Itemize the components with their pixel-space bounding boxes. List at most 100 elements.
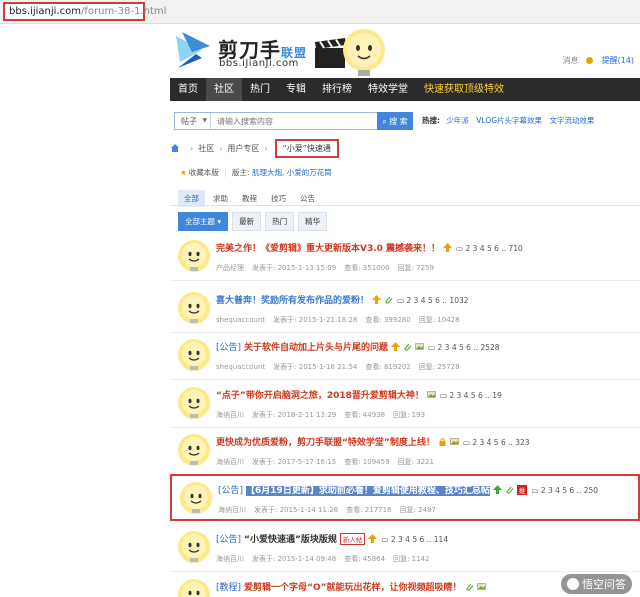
moderator-links[interactable]: 肌理大炮, 小爱的万花筒 (252, 168, 332, 177)
thread-pages[interactable]: ▭ 2 3 4 5 6 .. 1032 (397, 296, 469, 305)
filter-latest[interactable]: 最新 (232, 212, 262, 231)
thread-page-links[interactable]: 2 3 4 5 6 .. 710 (466, 244, 523, 253)
thread-page-links[interactable]: 2 3 4 5 6 .. 323 (472, 438, 529, 447)
thread-pages[interactable]: ▭ 2 3 4 5 6 .. 114 (381, 535, 448, 544)
image-icon (449, 438, 459, 445)
thread-tag[interactable]: [公告] (216, 535, 241, 545)
nav-item-community[interactable]: 社区 (206, 78, 242, 101)
thread-title-link[interactable]: 关于软件自动加上片头与片尾的问题 (244, 343, 388, 353)
thread-author[interactable]: 海纳百川 (216, 555, 244, 563)
thread-row[interactable]: [公告] 【6月19日更新】求助前必看！爱剪辑使用教程、技巧汇总帖 推 ▭ 2 3 4… (170, 474, 640, 521)
thread-tag[interactable]: [公告] (216, 343, 241, 353)
thread-title-link[interactable]: 完美之作！《爱剪辑》重大更新版本V3.0 震撼袭来！！ (216, 244, 440, 254)
browser-address-strip: bbs.ijianji.com/forum-38-1.html (0, 0, 640, 24)
reminder-link[interactable]: 提醒(14) (602, 56, 634, 65)
thread-page-links[interactable]: 2 3 4 5 6 .. 1032 (407, 296, 469, 305)
thread-page-links[interactable]: 2 3 4 5 6 .. 114 (391, 535, 448, 544)
page-icon: ▭ (439, 391, 447, 400)
avatar[interactable] (177, 578, 211, 597)
hot-word[interactable]: VLOG片头字幕效果 (476, 116, 542, 125)
thread-pages[interactable]: ▭ 2 3 4 5 6 .. 19 (440, 391, 502, 400)
thread-views: 查看: 351000 (344, 264, 390, 272)
filter-featured[interactable]: 精华 (298, 212, 328, 231)
thread-title-link[interactable]: 【6月19日更新】求助前必看！爱剪辑使用教程、技巧汇总帖 (246, 486, 490, 496)
thread-replies: 回复: 25728 (418, 363, 460, 371)
thread-meta: 海纳百川 发表于: 2015-1-14 09:48 查看: 45864 回复: 114… (216, 554, 437, 564)
thread-author[interactable]: shequaccount (216, 316, 265, 324)
avatar[interactable] (177, 433, 211, 467)
search-button[interactable]: ⌕ 搜 索 (377, 112, 413, 130)
nav-item-hot[interactable]: 热门 (242, 78, 278, 101)
thread-tag[interactable]: [教程] (216, 583, 241, 593)
page-icon: ▭ (531, 486, 539, 495)
avatar[interactable] (177, 291, 211, 325)
wukong-logo-icon (567, 578, 579, 590)
thread-page-links[interactable]: 2 3 4 5 6 .. 250 (541, 486, 598, 495)
thread-date: 发表于: 2018-2-11 13:29 (252, 411, 337, 419)
nav-item-home[interactable]: 首页 (170, 78, 206, 101)
page-icon: ▭ (456, 244, 464, 253)
thread-title-link[interactable]: “小爱快速通”版块版规 (244, 535, 337, 545)
collect-forum-link[interactable]: 收藏本版 (189, 168, 219, 177)
filter-hot[interactable]: 热门 (265, 212, 295, 231)
breadcrumb-community[interactable]: 社区 (198, 143, 214, 154)
nav-item-rankings[interactable]: 排行榜 (314, 78, 360, 101)
thread-title-link[interactable]: “点子”带你开启脑洞之旅，2018晋升爱剪辑大神！ (216, 391, 424, 401)
thread-row[interactable]: [公告] “小爱快速通”版块版规 新人帖 ▭ 2 3 4 5 6 .. 114 海纳百川… (170, 525, 640, 572)
filter-tabs: 全部主题 ▾ 最新 热门 精华 (178, 212, 331, 231)
bell-icon[interactable] (586, 57, 594, 64)
thread-page-links[interactable]: 2 3 4 5 6 .. 19 (449, 391, 501, 400)
thread-author[interactable]: 海纳百川 (216, 411, 244, 419)
main-nav: 首页 社区 热门 专辑 排行榜 特效学堂 快速获取顶级特效 (170, 78, 640, 101)
thread-row[interactable]: 完美之作！《爱剪辑》重大更新版本V3.0 震撼袭来！！ ▭ 2 3 4 5 6 .… (170, 234, 640, 281)
thread-author[interactable]: 海纳百川 (216, 458, 244, 466)
thread-title-link[interactable]: 爱剪辑一个字母“O”就能玩出花样，让你视频超吸睛！ (244, 583, 461, 593)
nav-item-promo[interactable]: 快速获取顶级特效 (416, 78, 512, 101)
attachment-icon (466, 583, 473, 591)
image-icon (476, 583, 486, 590)
avatar[interactable] (177, 239, 211, 273)
thread-views: 查看: 44938 (344, 411, 386, 419)
search-type-select[interactable]: 帖子 ▼ (175, 113, 211, 129)
thread-pages[interactable]: ▭ 2 3 4 5 6 .. 250 (531, 486, 598, 495)
thread-title-link[interactable]: 喜大普奔！奖励所有发布作品的爱粉！ (216, 296, 369, 306)
avatar[interactable] (177, 530, 211, 564)
thread-pages[interactable]: ▭ 2 3 4 5 6 .. 323 (463, 438, 530, 447)
breadcrumb-user-zone[interactable]: 用户专区 (227, 143, 259, 154)
star-icon[interactable]: ★ (180, 168, 187, 177)
search-input[interactable] (215, 113, 375, 129)
search-row: 帖子 ▼ ⌕ 搜 索 热搜: 少年派 VLOG片头字幕效果 文字流动效果 (170, 110, 640, 132)
avatar[interactable] (179, 481, 213, 515)
hot-word[interactable]: 少年派 (446, 116, 469, 125)
thread-row[interactable]: 更快成为优质爱粉，剪刀手联盟“特效学堂”制度上线！ ▭ 2 3 4 5 6 .. … (170, 428, 640, 475)
thread-author[interactable]: shequaccount (216, 363, 265, 371)
hot-word[interactable]: 文字流动效果 (549, 116, 594, 125)
breadcrumb-separator: › (264, 143, 268, 153)
address-bar[interactable]: bbs.ijianji.com/forum-38-1.html (3, 2, 166, 21)
home-icon[interactable] (170, 143, 180, 153)
thread-pages[interactable]: ▭ 2 3 4 5 6 .. 710 (456, 244, 523, 253)
thread-tag[interactable]: [公告] (218, 486, 243, 496)
thread-pages[interactable]: ▭ 2 3 4 5 6 .. 2528 (428, 343, 500, 352)
thread-author[interactable]: 产品经理 (216, 264, 244, 272)
forum-info-row: ★ 收藏本版 | 版主: 肌理大炮, 小爱的万花筒 (180, 167, 332, 178)
thread-meta: shequaccount 发表于: 2015-1-18 21:54 查看: 8192… (216, 362, 468, 372)
filter-all-topics[interactable]: 全部主题 ▾ (178, 212, 229, 231)
hot-searches-label: 热搜: (422, 116, 440, 125)
scissors-logo-icon[interactable] (172, 28, 214, 72)
logo-domain: bbs.iJianJi.com (219, 58, 299, 69)
thread-row[interactable]: [公告] 关于软件自动加上片头与片尾的问题 ▭ 2 3 4 5 6 .. 2528 s… (170, 333, 640, 380)
avatar[interactable] (177, 338, 211, 372)
filter-all-topics-label: 全部主题 (185, 217, 215, 226)
nav-item-effects-school[interactable]: 特效学堂 (360, 78, 416, 101)
avatar[interactable] (177, 386, 211, 420)
thread-page-links[interactable]: 2 3 4 5 6 .. 2528 (438, 343, 500, 352)
messages-link[interactable]: 消息 (562, 56, 578, 65)
thread-author[interactable]: 海纳百川 (218, 506, 246, 514)
thread-row[interactable]: “点子”带你开启脑洞之旅，2018晋升爱剪辑大神！ ▭ 2 3 4 5 6 .. … (170, 381, 640, 428)
breadcrumb-current[interactable]: “小爱”快速通 (274, 138, 339, 158)
divider (170, 205, 640, 206)
thread-title-link[interactable]: 更快成为优质爱粉，剪刀手联盟“特效学堂”制度上线！ (216, 438, 435, 448)
thread-row[interactable]: 喜大普奔！奖励所有发布作品的爱粉！ ▭ 2 3 4 5 6 .. 1032 sheq… (170, 286, 640, 333)
nav-item-albums[interactable]: 专辑 (278, 78, 314, 101)
